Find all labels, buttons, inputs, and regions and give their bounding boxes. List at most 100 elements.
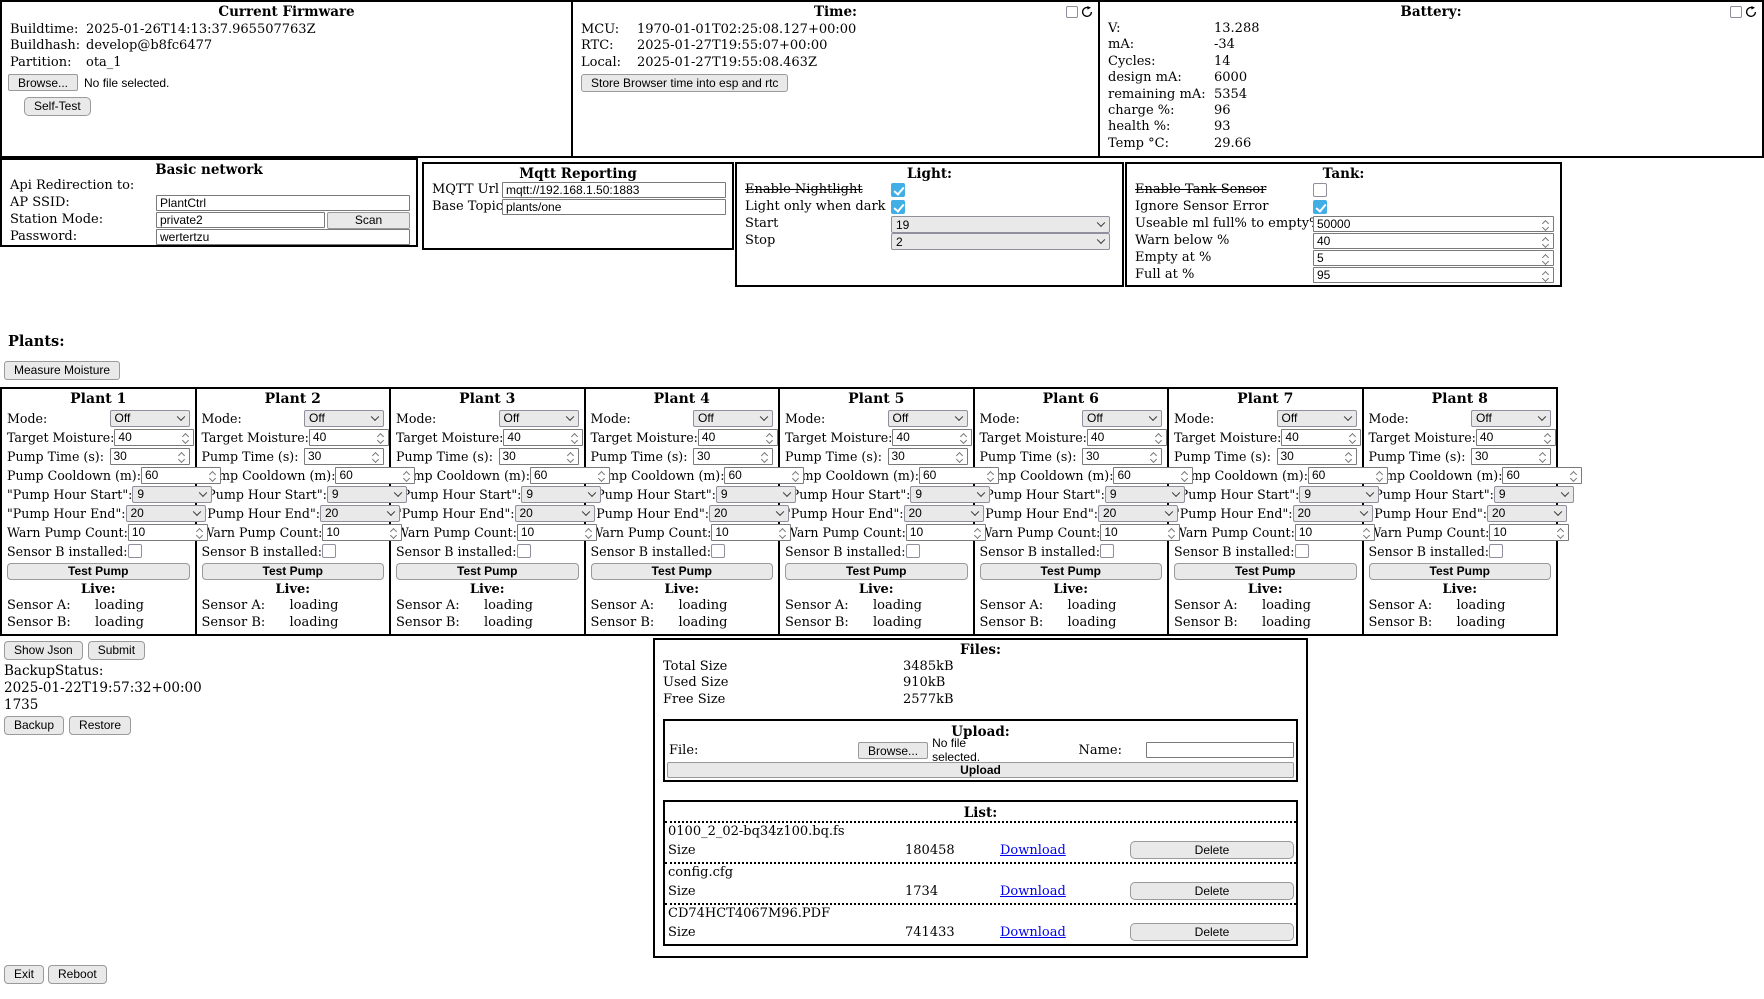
enable-tank-sensor-checkbox[interactable]	[1313, 183, 1327, 197]
sensor-b-checkbox[interactable]	[1100, 544, 1114, 558]
spinner-buttons[interactable]	[194, 526, 206, 539]
spinner-buttons[interactable]	[777, 526, 789, 539]
spinner-buttons[interactable]	[176, 450, 188, 463]
sensor-b-checkbox[interactable]	[517, 544, 531, 558]
pump-hour-end-select[interactable]: 20	[320, 505, 400, 522]
spinner-buttons[interactable]	[180, 431, 192, 444]
spinner-buttons[interactable]	[569, 431, 581, 444]
test-pump-button[interactable]: Test Pump	[1174, 563, 1357, 580]
enable-nightlight-checkbox[interactable]	[891, 183, 905, 197]
light-start-select[interactable]: 19	[891, 216, 1110, 233]
pump-hour-start-select[interactable]: 9	[1494, 486, 1574, 503]
backup-button[interactable]: Backup	[4, 716, 64, 735]
spinner-buttons[interactable]	[1361, 526, 1373, 539]
spinner-buttons[interactable]	[1555, 526, 1567, 539]
tank-empty-input[interactable]	[1314, 251, 1553, 265]
show-json-button[interactable]: Show Json	[4, 641, 83, 660]
refresh-icon[interactable]	[1745, 6, 1757, 18]
spinner-buttons[interactable]	[583, 526, 595, 539]
test-pump-button[interactable]: Test Pump	[202, 563, 385, 580]
reboot-button[interactable]: Reboot	[48, 965, 107, 984]
pump-hour-start-select[interactable]: 9	[132, 486, 212, 503]
spinner-buttons[interactable]	[759, 450, 771, 463]
pump-hour-end-select[interactable]: 20	[515, 505, 595, 522]
pump-hour-start-select[interactable]: 9	[521, 486, 601, 503]
upload-name-input[interactable]	[1146, 742, 1294, 758]
sensor-b-checkbox[interactable]	[322, 544, 336, 558]
scan-button[interactable]: Scan	[327, 212, 410, 229]
pump-hour-end-select[interactable]: 20	[904, 505, 984, 522]
sensor-b-checkbox[interactable]	[128, 544, 142, 558]
tank-full-input[interactable]	[1314, 268, 1553, 282]
spinner-buttons[interactable]	[1537, 450, 1549, 463]
pump-hour-start-select[interactable]: 9	[910, 486, 990, 503]
spinner-buttons[interactable]	[1347, 431, 1359, 444]
test-pump-button[interactable]: Test Pump	[1369, 563, 1552, 580]
mode-select[interactable]: Off	[1277, 410, 1357, 427]
sensor-b-checkbox[interactable]	[1489, 544, 1503, 558]
time-auto-refresh-checkbox[interactable]	[1066, 6, 1078, 18]
mode-select[interactable]: Off	[110, 410, 190, 427]
spinner-buttons[interactable]	[596, 469, 608, 482]
sensor-b-checkbox[interactable]	[1295, 544, 1309, 558]
download-link[interactable]: Download	[1000, 843, 1066, 858]
spinner-buttons[interactable]	[790, 469, 802, 482]
spinner-buttons[interactable]	[401, 469, 413, 482]
pump-hour-start-select[interactable]: 9	[1105, 486, 1185, 503]
delete-button[interactable]: Delete	[1130, 841, 1294, 859]
pump-hour-end-select[interactable]: 20	[1487, 505, 1567, 522]
pump-hour-end-select[interactable]: 20	[709, 505, 789, 522]
tank-warn-input[interactable]	[1314, 234, 1553, 248]
test-pump-button[interactable]: Test Pump	[7, 563, 190, 580]
pump-hour-end-select[interactable]: 20	[1293, 505, 1373, 522]
delete-button[interactable]: Delete	[1130, 923, 1294, 941]
submit-button[interactable]: Submit	[88, 641, 145, 660]
mode-select[interactable]: Off	[1082, 410, 1162, 427]
spinner-buttons[interactable]	[1540, 252, 1552, 264]
spinner-buttons[interactable]	[1166, 526, 1178, 539]
spinner-buttons[interactable]	[1343, 450, 1355, 463]
spinner-buttons[interactable]	[1153, 431, 1165, 444]
test-pump-button[interactable]: Test Pump	[785, 563, 968, 580]
spinner-buttons[interactable]	[565, 450, 577, 463]
spinner-buttons[interactable]	[207, 469, 219, 482]
spinner-buttons[interactable]	[370, 450, 382, 463]
mode-select[interactable]: Off	[304, 410, 384, 427]
battery-auto-refresh-checkbox[interactable]	[1730, 6, 1742, 18]
test-pump-button[interactable]: Test Pump	[396, 563, 579, 580]
spinner-buttons[interactable]	[388, 526, 400, 539]
pump-hour-end-select[interactable]: 20	[1098, 505, 1178, 522]
spinner-buttons[interactable]	[1540, 218, 1552, 230]
spinner-buttons[interactable]	[1179, 469, 1191, 482]
upload-browse-button[interactable]: Browse...	[858, 742, 928, 759]
sensor-b-checkbox[interactable]	[711, 544, 725, 558]
ap-ssid-input[interactable]	[156, 195, 410, 211]
spinner-buttons[interactable]	[764, 431, 776, 444]
test-pump-button[interactable]: Test Pump	[980, 563, 1163, 580]
restore-button[interactable]: Restore	[69, 716, 131, 735]
self-test-button[interactable]: Self-Test	[24, 97, 91, 116]
spinner-buttons[interactable]	[958, 431, 970, 444]
spinner-buttons[interactable]	[985, 469, 997, 482]
download-link[interactable]: Download	[1000, 925, 1066, 940]
station-mode-input[interactable]	[156, 212, 325, 228]
test-pump-button[interactable]: Test Pump	[591, 563, 774, 580]
download-link[interactable]: Download	[1000, 884, 1066, 899]
spinner-buttons[interactable]	[954, 450, 966, 463]
mqtt-url-input[interactable]	[502, 182, 726, 198]
password-input[interactable]	[156, 229, 410, 245]
light-stop-select[interactable]: 2	[891, 233, 1110, 250]
spinner-buttons[interactable]	[1568, 469, 1580, 482]
pump-hour-start-select[interactable]: 9	[716, 486, 796, 503]
mode-select[interactable]: Off	[693, 410, 773, 427]
light-only-dark-checkbox[interactable]	[891, 200, 905, 214]
ignore-sensor-error-checkbox[interactable]	[1313, 200, 1327, 214]
spinner-buttons[interactable]	[1148, 450, 1160, 463]
spinner-buttons[interactable]	[1540, 235, 1552, 247]
mode-select[interactable]: Off	[1471, 410, 1551, 427]
refresh-icon[interactable]	[1081, 6, 1093, 18]
delete-button[interactable]: Delete	[1130, 882, 1294, 900]
mqtt-topic-input[interactable]	[502, 199, 726, 215]
store-browser-time-button[interactable]: Store Browser time into esp and rtc	[581, 74, 788, 92]
pump-hour-start-select[interactable]: 9	[327, 486, 407, 503]
